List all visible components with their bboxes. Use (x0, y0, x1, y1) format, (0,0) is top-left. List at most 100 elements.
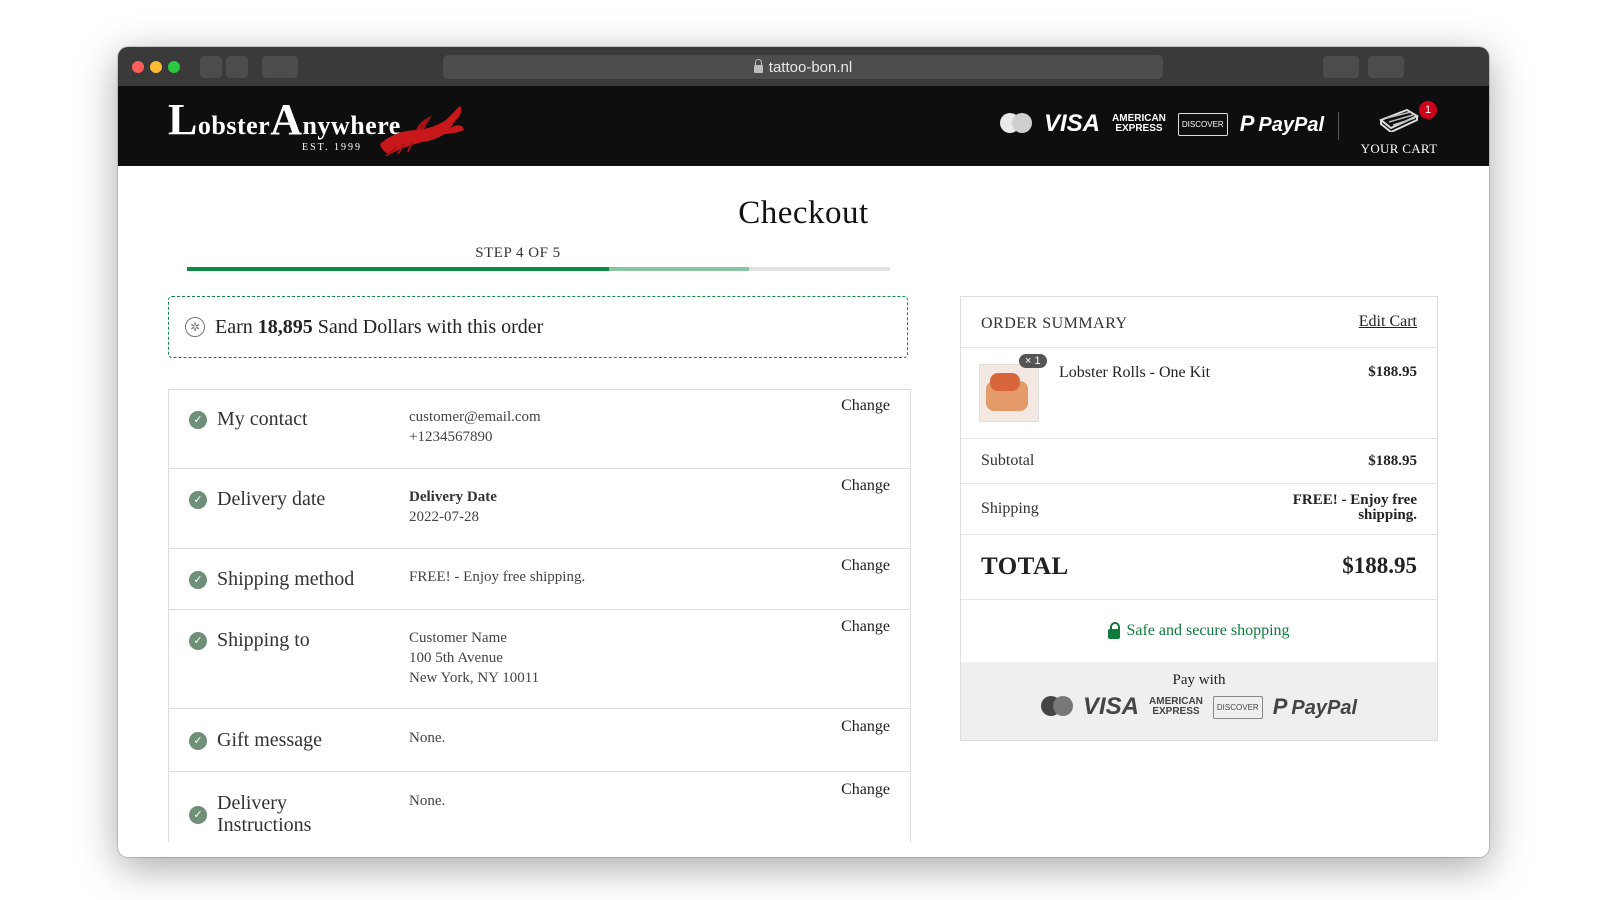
rewards-amount: 18,895 (257, 315, 313, 338)
mastercard-icon (1041, 696, 1073, 718)
item-quantity-badge: × 1 (1019, 354, 1047, 368)
cart-count-badge: 1 (1419, 101, 1437, 119)
check-icon: ✓ (189, 491, 207, 509)
secure-shopping-text: Safe and secure shopping (1126, 622, 1290, 639)
contact-email: customer@email.com (409, 409, 541, 425)
back-button[interactable] (200, 56, 222, 78)
delivery-instructions-value: None. (409, 793, 446, 809)
subtotal-value: $188.95 (1368, 453, 1417, 469)
change-contact-button[interactable]: Change (841, 397, 890, 415)
browser-titlebar: tattoo-bon.nl (118, 47, 1489, 86)
shipping-method-value: FREE! - Enjoy free shipping. (409, 569, 586, 585)
step-name: Shipping to (217, 629, 310, 651)
delivery-date-label: Delivery Date (409, 489, 497, 505)
header-divider (1338, 112, 1339, 140)
amex-icon: AMERICAN EXPRESS (1149, 696, 1203, 717)
rewards-banner: ✲ Earn 18,895 Sand Dollars with this ord… (168, 296, 908, 358)
order-summary-title: ORDER SUMMARY (981, 315, 1128, 332)
total-label: TOTAL (981, 553, 1069, 580)
logo-est: EST. 1999 (302, 142, 363, 153)
item-price: $188.95 (1368, 364, 1417, 380)
paypal-icon: PayPal (1291, 697, 1357, 719)
sidebar-toggle-button[interactable] (262, 56, 298, 78)
discover-icon: DISCOVER (1212, 695, 1263, 719)
change-gift-message-button[interactable]: Change (841, 718, 890, 736)
mastercard-icon (1000, 113, 1032, 135)
browser-window: tattoo-bon.nl LobsterAnywhere EST. 1999 … (118, 47, 1489, 857)
step-shipping-method: ✓ Shipping method FREE! - Enjoy free shi… (169, 549, 910, 610)
cart-button[interactable]: YOUR CART 1 (1354, 101, 1444, 157)
tabs-button[interactable] (1368, 56, 1404, 78)
pay-with-section: Pay with VISA AMERICAN EXPRESS DISCOVER P… (961, 662, 1437, 740)
lobster-logo-icon (380, 106, 464, 156)
gift-message-value: None. (409, 730, 446, 746)
forward-button[interactable] (226, 56, 248, 78)
change-shipping-to-button[interactable]: Change (841, 618, 890, 636)
lock-icon (753, 59, 763, 73)
visa-icon: VISA (1044, 110, 1101, 137)
address-line-1: Customer Name (409, 630, 507, 646)
pay-with-label: Pay with (1172, 672, 1226, 688)
contact-phone: +1234567890 (409, 429, 493, 445)
maximize-window-button[interactable] (168, 61, 180, 73)
address-bar[interactable]: tattoo-bon.nl (443, 55, 1163, 79)
check-icon: ✓ (189, 632, 207, 650)
page-title: Checkout (738, 195, 869, 231)
check-icon: ✓ (189, 806, 207, 824)
change-delivery-instructions-button[interactable]: Change (841, 781, 890, 799)
step-indicator: STEP 4 OF 5 (475, 245, 561, 261)
checkout-progress-bar (187, 267, 890, 271)
cart-label: YOUR CART (1360, 141, 1438, 156)
total-row: TOTAL $188.95 (961, 535, 1437, 600)
logo-letter-a: A (270, 95, 303, 144)
paypal-p-icon: P (1272, 694, 1288, 719)
visa-icon: VISA (1083, 693, 1140, 720)
step-my-contact: ✓ My contact customer@email.com +1234567… (169, 390, 910, 469)
paypal-p-icon: P (1239, 111, 1255, 136)
share-button[interactable] (1323, 56, 1359, 78)
step-name: Delivery date (217, 488, 326, 510)
site-header: LobsterAnywhere EST. 1999 VISA AMERICAN E… (118, 86, 1489, 166)
total-value: $188.95 (1342, 553, 1417, 578)
discover-icon: DISCOVER (1177, 112, 1228, 136)
secure-shopping-note: Safe and secure shopping (961, 600, 1437, 662)
shipping-label: Shipping (981, 500, 1039, 517)
step-name: My contact (217, 408, 308, 430)
close-window-button[interactable] (132, 61, 144, 73)
shipping-value: FREE! - Enjoy free shipping. (1292, 492, 1417, 523)
address-line-3: New York, NY 10011 (409, 670, 540, 686)
item-name: Lobster Rolls - One Kit (1059, 364, 1211, 381)
step-delivery-instructions: ✓ Delivery Instructions None. Change (169, 772, 910, 842)
rewards-suffix: Sand Dollars with this order (317, 315, 544, 338)
cart-crate-icon (1379, 108, 1420, 134)
pay-with-methods: VISA AMERICAN EXPRESS DISCOVER P PayPal (961, 693, 1437, 721)
change-delivery-date-button[interactable]: Change (841, 477, 890, 495)
subtotal-row: Subtotal $188.95 (961, 439, 1437, 484)
change-shipping-method-button[interactable]: Change (841, 557, 890, 575)
step-name: Delivery Instructions (217, 792, 312, 836)
amex-icon: AMERICAN EXPRESS (1112, 113, 1166, 134)
step-name: Gift message (217, 729, 322, 751)
address-line-2: 100 5th Avenue (409, 650, 503, 666)
step-name: Shipping method (217, 568, 355, 590)
order-item: × 1 Lobster Rolls - One Kit $188.95 (961, 348, 1437, 439)
step-delivery-date: ✓ Delivery date Delivery Date 2022-07-28… (169, 469, 910, 549)
delivery-date-value: 2022-07-28 (409, 509, 479, 525)
sand-dollar-icon: ✲ (185, 317, 205, 337)
delivery-date-details: Delivery Date 2022-07-28 (409, 487, 497, 527)
check-icon: ✓ (189, 571, 207, 589)
rewards-prefix: Earn (215, 315, 253, 338)
step-shipping-to: ✓ Shipping to Customer Name 100 5th Aven… (169, 610, 910, 709)
site-logo[interactable]: LobsterAnywhere EST. 1999 (168, 95, 401, 154)
order-summary: ORDER SUMMARY Edit Cart × 1 Lobster Roll… (960, 296, 1438, 741)
step-gift-message: ✓ Gift message None. Change (169, 709, 910, 772)
checkout-steps: ✓ My contact customer@email.com +1234567… (168, 389, 911, 842)
lock-icon (1108, 622, 1121, 639)
edit-cart-link[interactable]: Edit Cart (1359, 313, 1417, 331)
check-icon: ✓ (189, 732, 207, 750)
header-payment-methods: VISA AMERICAN EXPRESS DISCOVER P PayPal (1000, 110, 1324, 138)
minimize-window-button[interactable] (150, 61, 162, 73)
logo-text-1: obster (197, 111, 271, 140)
order-summary-header: ORDER SUMMARY Edit Cart (961, 297, 1437, 348)
shipping-address: Customer Name 100 5th Avenue New York, N… (409, 628, 539, 688)
